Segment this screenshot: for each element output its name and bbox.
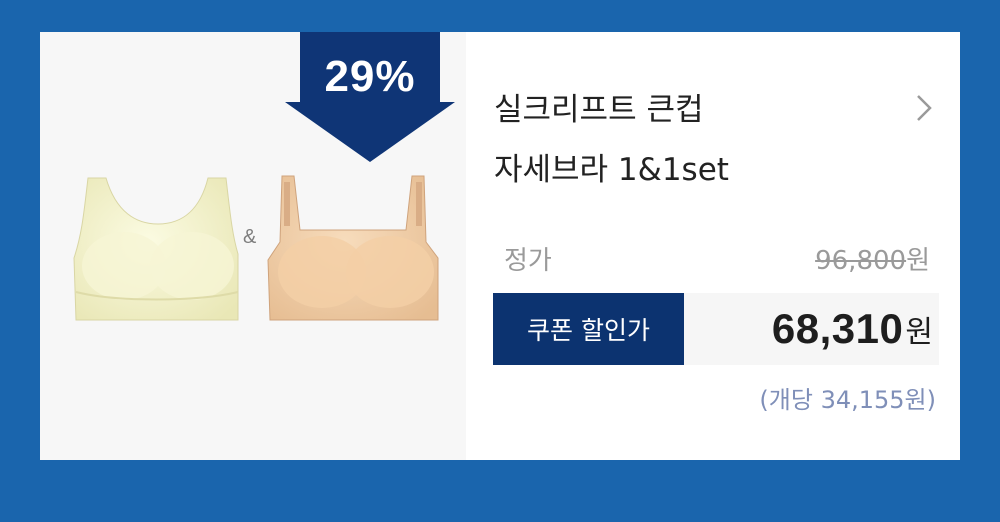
discount-rate: 29%: [324, 52, 416, 101]
product-card[interactable]: & 29% 실크리프트 큰컵 자세브라 1&1set 정가 96,800원 쿠폰…: [40, 32, 960, 460]
product-separator: &: [243, 226, 257, 248]
coupon-price-row: 쿠폰 할인가 68,310 원: [493, 293, 939, 365]
regular-price-label: 정가: [504, 246, 552, 276]
sale-price-value: 68,310: [771, 305, 904, 352]
chevron-right-icon[interactable]: [910, 90, 936, 126]
product-image[interactable]: & 29%: [40, 32, 466, 460]
regular-price-currency: 원: [906, 246, 930, 276]
product-title[interactable]: 실크리프트 큰컵 자세브라 1&1set: [494, 80, 834, 200]
regular-price-value: 96,800: [815, 246, 907, 276]
per-unit-price: (개당 34,155원): [759, 386, 936, 414]
sale-price-currency: 원: [905, 315, 933, 350]
coupon-price-label: 쿠폰 할인가: [493, 293, 684, 365]
product-image-beige: [267, 175, 439, 321]
product-title-line1: 실크리프트 큰컵: [494, 92, 704, 128]
product-image-cream: [73, 177, 239, 321]
regular-price: 96,800원: [815, 240, 930, 277]
product-title-line2: 자세브라 1&1set: [494, 152, 729, 188]
sale-price: 68,310 원: [772, 293, 933, 365]
